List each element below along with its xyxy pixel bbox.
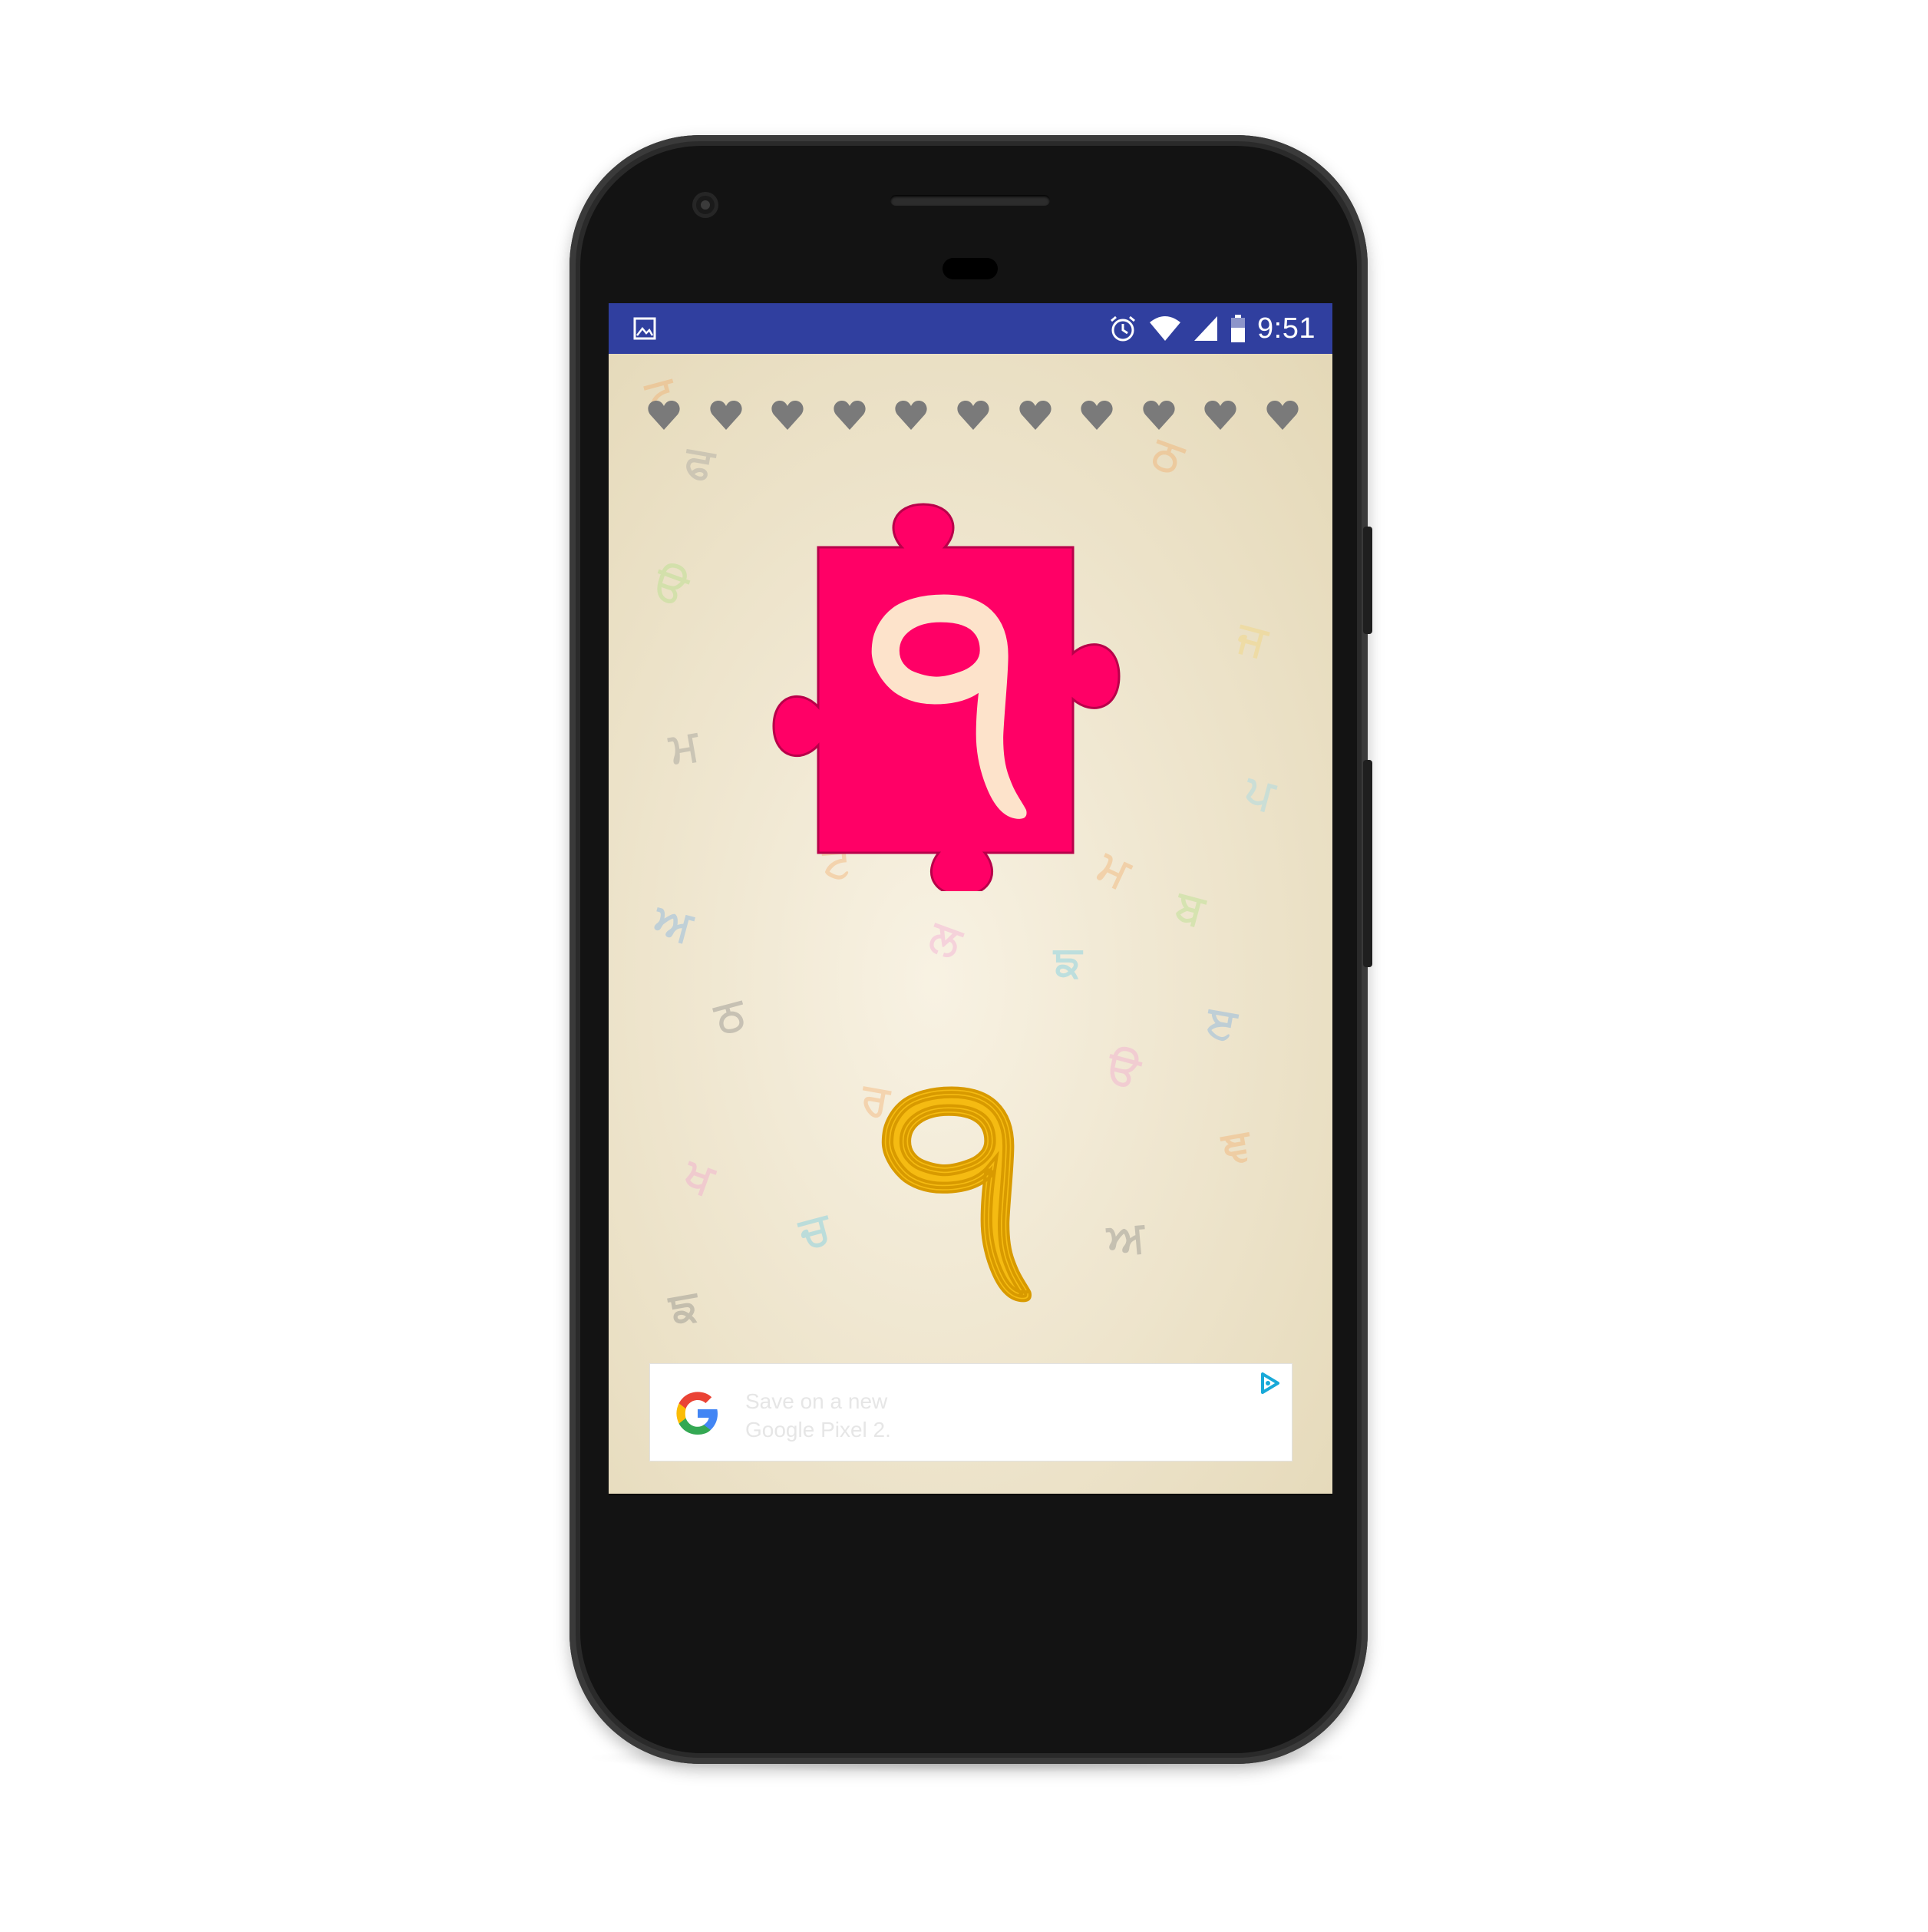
heart-icon bbox=[648, 401, 680, 430]
wifi-icon bbox=[1150, 316, 1181, 341]
bg-letter: ਙ bbox=[1054, 937, 1082, 987]
draggable-letter-glyph: ੧ bbox=[879, 1037, 1030, 1306]
image-notification-icon bbox=[633, 317, 656, 340]
bg-letter: ਙ bbox=[665, 1280, 702, 1335]
heart-icon bbox=[1081, 401, 1113, 430]
navigation-bar bbox=[609, 1494, 1332, 1495]
ad-line-1: Save on a new bbox=[745, 1389, 888, 1413]
bg-letter: ਬ bbox=[1170, 880, 1210, 936]
adchoices-icon[interactable] bbox=[1256, 1370, 1283, 1396]
signal-icon bbox=[1194, 316, 1218, 341]
bg-letter: ਅ bbox=[649, 894, 698, 953]
game-area: ਟ ਫ ਠ ੳ ਜ ਮ ਪ ਮ ਟ ਬ ਅ ਲ ਙ ਠ ੲ ੳ ਞ ਖ ਚ ਅ … bbox=[609, 354, 1332, 1494]
bg-letter: ਮ bbox=[665, 720, 703, 774]
puzzle-letter: ੧ bbox=[867, 513, 1027, 853]
heart-icon bbox=[1018, 401, 1051, 430]
front-camera-icon bbox=[692, 192, 718, 218]
bg-letter: ਲ bbox=[923, 910, 969, 968]
lives-hearts bbox=[647, 392, 1299, 438]
earpiece-speaker bbox=[890, 195, 1050, 206]
heart-icon bbox=[1266, 401, 1299, 430]
bg-letter: ਫ bbox=[681, 436, 718, 490]
volume-button bbox=[1363, 760, 1372, 967]
puzzle-piece: ੧ bbox=[772, 503, 1121, 891]
ad-text: Save on a new Google Pixel 2. bbox=[745, 1387, 1129, 1444]
bg-letter: ੲ bbox=[1203, 996, 1240, 1051]
bg-letter: ਖ bbox=[678, 1148, 721, 1206]
ad-banner[interactable]: Save on a new Google Pixel 2. bbox=[650, 1364, 1292, 1461]
alarm-icon bbox=[1111, 315, 1135, 342]
bg-letter: ਠ bbox=[710, 988, 751, 1044]
google-g-icon bbox=[676, 1392, 718, 1435]
heart-icon bbox=[709, 401, 742, 430]
battery-icon bbox=[1231, 315, 1246, 342]
device-screen: 9:51 ਟ ਫ ਠ ੳ ਜ ਮ ਪ ਮ ਟ ਬ ਅ ਲ ਙ ਠ ੲ ੳ ਞ ਖ… bbox=[609, 303, 1332, 1495]
heart-icon bbox=[1204, 401, 1236, 430]
heart-icon bbox=[957, 401, 989, 430]
status-time: 9:51 bbox=[1257, 312, 1316, 345]
bg-letter: ਚ bbox=[794, 1203, 836, 1259]
heart-icon bbox=[1143, 401, 1175, 430]
bg-letter: ੳ bbox=[647, 557, 694, 616]
bg-letter: ੳ bbox=[1101, 1041, 1145, 1098]
bg-letter: ਅ bbox=[1105, 1212, 1147, 1265]
heart-icon bbox=[834, 401, 866, 430]
power-button bbox=[1363, 527, 1372, 634]
heart-icon bbox=[895, 401, 927, 430]
bg-letter: ਞ bbox=[1218, 1119, 1255, 1174]
bg-letter: ਪ bbox=[1240, 765, 1280, 821]
draggable-letter[interactable]: ੧ bbox=[866, 1037, 1042, 1306]
ad-line-2: Google Pixel 2. bbox=[745, 1418, 891, 1442]
bg-letter: ਜ bbox=[1232, 612, 1273, 668]
status-icons: 9:51 bbox=[1108, 303, 1316, 354]
status-bar: 9:51 bbox=[609, 303, 1332, 354]
heart-icon bbox=[771, 401, 804, 430]
proximity-sensor bbox=[943, 258, 998, 279]
